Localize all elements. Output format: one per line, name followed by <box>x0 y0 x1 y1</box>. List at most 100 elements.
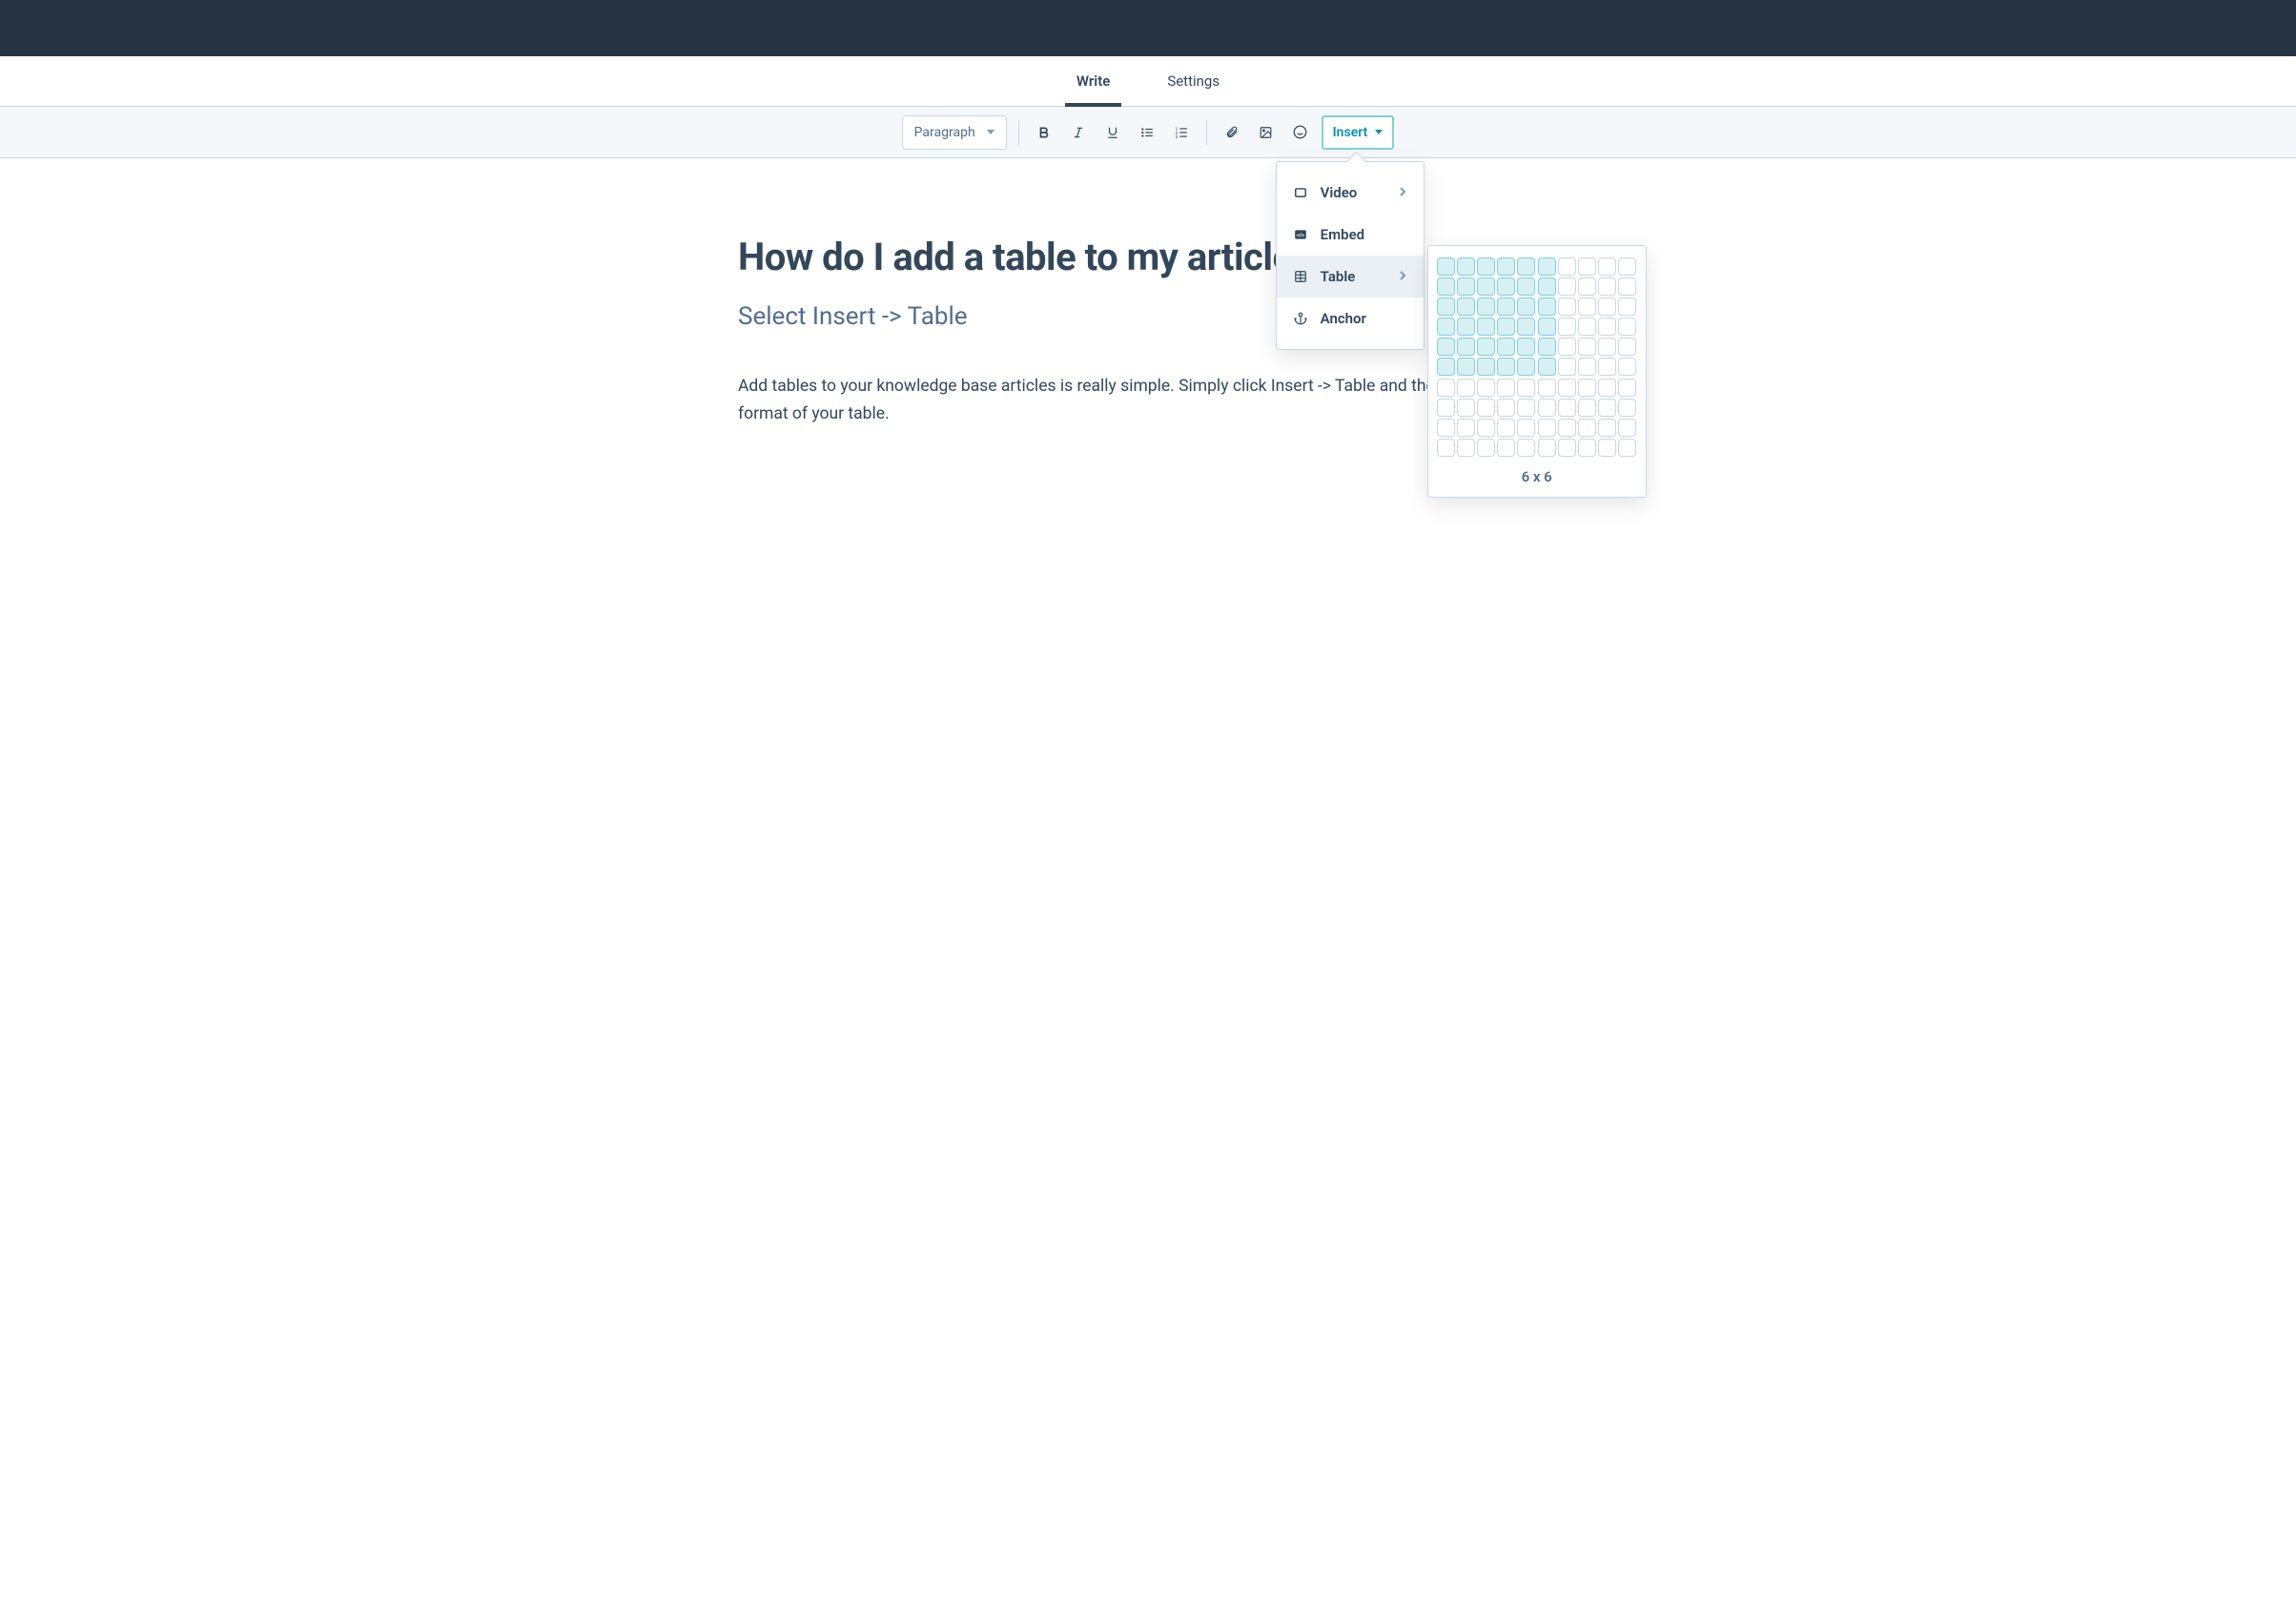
bold-button[interactable] <box>1031 119 1057 146</box>
table-picker-cell[interactable] <box>1578 298 1596 316</box>
table-picker-cell[interactable] <box>1598 439 1616 457</box>
table-picker-cell[interactable] <box>1598 257 1616 276</box>
attachment-button[interactable] <box>1219 119 1245 146</box>
table-picker-cell[interactable] <box>1558 399 1576 417</box>
image-button[interactable] <box>1253 119 1280 146</box>
table-picker-cell[interactable] <box>1457 277 1475 296</box>
table-picker-cell[interactable] <box>1457 338 1475 356</box>
table-picker-cell[interactable] <box>1618 318 1636 336</box>
table-picker-cell[interactable] <box>1538 399 1556 417</box>
table-picker-cell[interactable] <box>1618 379 1636 397</box>
table-picker-cell[interactable] <box>1558 358 1576 376</box>
table-picker-cell[interactable] <box>1437 277 1455 296</box>
table-picker-cell[interactable] <box>1517 379 1535 397</box>
tab-settings[interactable]: Settings <box>1167 56 1220 107</box>
table-picker-cell[interactable] <box>1457 379 1475 397</box>
table-picker-cell[interactable] <box>1558 379 1576 397</box>
numbered-list-button[interactable]: 123 <box>1168 119 1195 146</box>
insert-menu-anchor[interactable]: Anchor <box>1277 298 1424 339</box>
table-picker-cell[interactable] <box>1598 338 1616 356</box>
table-picker-cell[interactable] <box>1618 399 1636 417</box>
table-picker-cell[interactable] <box>1598 399 1616 417</box>
table-picker-cell[interactable] <box>1538 419 1556 437</box>
table-picker-cell[interactable] <box>1538 277 1556 296</box>
table-picker-cell[interactable] <box>1477 419 1495 437</box>
table-picker-cell[interactable] <box>1618 338 1636 356</box>
table-picker-cell[interactable] <box>1437 257 1455 276</box>
table-picker-cell[interactable] <box>1437 379 1455 397</box>
table-picker-cell[interactable] <box>1558 338 1576 356</box>
table-picker-cell[interactable] <box>1437 318 1455 336</box>
table-picker-cell[interactable] <box>1578 358 1596 376</box>
table-picker-cell[interactable] <box>1578 277 1596 296</box>
table-picker-cell[interactable] <box>1578 419 1596 437</box>
table-picker-cell[interactable] <box>1477 257 1495 276</box>
table-picker-cell[interactable] <box>1598 358 1616 376</box>
table-picker-cell[interactable] <box>1457 439 1475 457</box>
table-picker-cell[interactable] <box>1517 439 1535 457</box>
table-picker-cell[interactable] <box>1437 419 1455 437</box>
table-picker-cell[interactable] <box>1618 419 1636 437</box>
table-picker-cell[interactable] <box>1517 257 1535 276</box>
table-picker-cell[interactable] <box>1578 338 1596 356</box>
table-picker-cell[interactable] <box>1558 277 1576 296</box>
table-picker-cell[interactable] <box>1497 298 1515 316</box>
table-picker-cell[interactable] <box>1558 419 1576 437</box>
table-picker-cell[interactable] <box>1618 298 1636 316</box>
table-picker-cell[interactable] <box>1538 257 1556 276</box>
bullet-list-button[interactable] <box>1134 119 1160 146</box>
table-picker-cell[interactable] <box>1618 257 1636 276</box>
table-picker-cell[interactable] <box>1558 318 1576 336</box>
table-picker-cell[interactable] <box>1477 399 1495 417</box>
table-picker-cell[interactable] <box>1497 358 1515 376</box>
table-picker-cell[interactable] <box>1477 358 1495 376</box>
table-picker-cell[interactable] <box>1497 338 1515 356</box>
table-picker-cell[interactable] <box>1578 257 1596 276</box>
table-picker-cell[interactable] <box>1437 358 1455 376</box>
table-picker-cell[interactable] <box>1538 439 1556 457</box>
table-picker-cell[interactable] <box>1437 399 1455 417</box>
table-picker-cell[interactable] <box>1457 358 1475 376</box>
table-picker-cell[interactable] <box>1457 399 1475 417</box>
table-picker-cell[interactable] <box>1598 318 1616 336</box>
insert-menu-table[interactable]: Table <box>1277 256 1424 298</box>
table-picker-cell[interactable] <box>1477 338 1495 356</box>
table-picker-cell[interactable] <box>1477 318 1495 336</box>
tab-write[interactable]: Write <box>1076 56 1110 107</box>
table-picker-cell[interactable] <box>1497 277 1515 296</box>
table-picker-cell[interactable] <box>1618 358 1636 376</box>
table-picker-cell[interactable] <box>1558 257 1576 276</box>
table-picker-cell[interactable] <box>1517 358 1535 376</box>
table-picker-cell[interactable] <box>1437 439 1455 457</box>
paragraph-style-select[interactable]: Paragraph <box>902 115 1007 150</box>
table-picker-cell[interactable] <box>1618 277 1636 296</box>
table-picker-cell[interactable] <box>1497 399 1515 417</box>
table-picker-cell[interactable] <box>1517 419 1535 437</box>
table-picker-cell[interactable] <box>1517 399 1535 417</box>
table-picker-cell[interactable] <box>1477 379 1495 397</box>
table-picker-cell[interactable] <box>1497 379 1515 397</box>
table-picker-cell[interactable] <box>1578 439 1596 457</box>
table-picker-cell[interactable] <box>1538 298 1556 316</box>
table-picker-cell[interactable] <box>1578 379 1596 397</box>
table-picker-cell[interactable] <box>1497 257 1515 276</box>
table-picker-cell[interactable] <box>1618 439 1636 457</box>
table-picker-cell[interactable] <box>1517 338 1535 356</box>
table-picker-cell[interactable] <box>1437 298 1455 316</box>
table-picker-cell[interactable] <box>1497 318 1515 336</box>
table-picker-cell[interactable] <box>1517 318 1535 336</box>
table-picker-cell[interactable] <box>1477 439 1495 457</box>
table-picker-cell[interactable] <box>1578 318 1596 336</box>
table-picker-cell[interactable] <box>1457 419 1475 437</box>
italic-button[interactable] <box>1065 119 1092 146</box>
table-picker-cell[interactable] <box>1538 338 1556 356</box>
table-picker-cell[interactable] <box>1598 298 1616 316</box>
table-picker-cell[interactable] <box>1578 399 1596 417</box>
table-picker-cell[interactable] <box>1457 257 1475 276</box>
table-picker-cell[interactable] <box>1457 318 1475 336</box>
table-picker-grid[interactable] <box>1437 257 1637 458</box>
insert-menu-video[interactable]: Video <box>1277 172 1424 214</box>
underline-button[interactable] <box>1099 119 1126 146</box>
table-picker-cell[interactable] <box>1477 298 1495 316</box>
table-picker-cell[interactable] <box>1538 358 1556 376</box>
